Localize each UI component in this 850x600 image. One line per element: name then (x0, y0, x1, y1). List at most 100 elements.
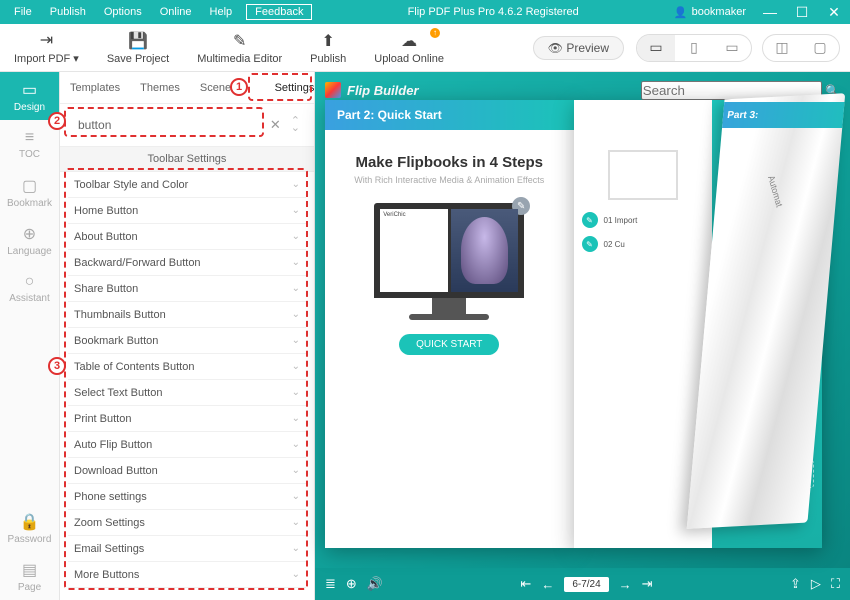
monitor-illustration: ✎ VeriChic (374, 203, 524, 320)
tab-templates[interactable]: Templates (60, 72, 130, 103)
setting-item[interactable]: Email Settings⌄ (68, 536, 306, 562)
setting-item[interactable]: Auto Flip Button⌄ (68, 432, 306, 458)
setting-item-label: Download Button (74, 465, 158, 477)
preview-stage: Flip Builder 🔍 Part 2: Quick Start Make … (315, 72, 850, 568)
setting-item[interactable]: More Buttons⌄ (68, 562, 306, 588)
user-badge[interactable]: 👤 bookmaker (674, 6, 746, 19)
toolbar-settings-header: Toolbar Settings (60, 146, 314, 172)
titlebar: File Publish Options Online Help Feedbac… (0, 0, 850, 24)
assistant-icon: ○ (25, 273, 35, 291)
notification-dot-icon: ↑ (430, 28, 440, 38)
preview-button[interactable]: 👁 Preview (533, 36, 624, 60)
close-button[interactable]: ✕ (818, 4, 850, 21)
main-toolbar: ⇥ Import PDF ▾ 💾 Save Project ✎ Multimed… (0, 24, 850, 72)
step-01: ✎01 Import (582, 212, 705, 228)
menu-file[interactable]: File (6, 6, 40, 18)
multimedia-editor-button[interactable]: ✎ Multimedia Editor (183, 24, 296, 71)
setting-item[interactable]: Home Button ⌄ (68, 198, 306, 224)
clear-search-button[interactable]: ✕ (268, 117, 283, 133)
prev-page-button[interactable]: ← (541, 577, 554, 592)
setting-item[interactable]: Toolbar Style and Color⌄ (68, 172, 306, 198)
quick-start-button[interactable]: QUICK START (399, 334, 499, 355)
expand-collapse-buttons[interactable]: ⌃⌄ (291, 118, 300, 132)
cloud-icon: ☁ (401, 31, 417, 51)
double-page-button[interactable]: ◫ (763, 35, 801, 61)
page-subheading: With Rich Interactive Media & Animation … (325, 175, 574, 185)
main-area: ▭ Design ≡TOC ▢Bookmark ⊕Language ○Assist… (0, 72, 850, 600)
preview-bottom-bar: ≣ ⊕ 🔊 ⇤ ← 6-7/24 → ⇥ ⇪ ▷ ⛶ (315, 568, 850, 600)
rail-page[interactable]: ▤Page (0, 552, 59, 600)
curl-banner: Part 3: (701, 102, 845, 128)
menu-online[interactable]: Online (152, 6, 200, 18)
setting-item[interactable]: Phone settings⌄ (68, 484, 306, 510)
share-button[interactable]: ⇪ (790, 576, 801, 592)
menu-options[interactable]: Options (96, 6, 150, 18)
setting-item[interactable]: Share Button⌄ (68, 276, 306, 302)
page-indicator[interactable]: 6-7/24 (564, 577, 608, 592)
minimize-button[interactable]: — (754, 4, 786, 21)
chevron-down-icon: ⌄ (292, 309, 300, 320)
import-pdf-button[interactable]: ⇥ Import PDF ▾ (0, 24, 93, 71)
upload-online-button[interactable]: ☁ ↑ Upload Online (360, 24, 458, 71)
first-page-button[interactable]: ⇤ (520, 576, 531, 592)
next-page-button[interactable]: → (619, 577, 632, 592)
window-buttons: — ☐ ✕ (754, 4, 850, 21)
lock-icon: 🔒 (20, 512, 40, 532)
chevron-down-icon: ⌄ (292, 569, 300, 580)
last-page-button[interactable]: ⇥ (642, 576, 653, 592)
setting-item-label: Auto Flip Button (74, 439, 152, 451)
setting-item[interactable]: Zoom Settings⌄ (68, 510, 306, 536)
settings-search-input[interactable] (74, 113, 264, 137)
setting-item[interactable]: Table of Contents Button ⌄ (68, 354, 306, 380)
setting-item-label: Table of Contents Button (74, 361, 194, 373)
setting-item[interactable]: About Button⌄ (68, 224, 306, 250)
publish-button[interactable]: ⬆ Publish (296, 24, 360, 71)
device-preview-group: ▭ ▯ ▭ (636, 34, 752, 62)
left-page-banner: Part 2: Quick Start (325, 100, 574, 130)
tablet-illustration (608, 150, 678, 200)
autoplay-button[interactable]: ▷ (811, 576, 821, 592)
feedback-button[interactable]: Feedback (246, 4, 312, 20)
setting-item[interactable]: Thumbnails Button⌄ (68, 302, 306, 328)
design-icon: ▭ (22, 80, 37, 100)
setting-item-label: Email Settings (74, 543, 144, 555)
desktop-view-button[interactable]: ▭ (637, 35, 675, 61)
screen-page-left: VeriChic (380, 209, 448, 292)
fullscreen-button[interactable]: ⛶ (831, 576, 840, 592)
rail-toc[interactable]: ≡TOC (0, 120, 59, 168)
chevron-down-icon: ⌄ (292, 361, 300, 372)
tab-scenes[interactable]: Scenes (190, 72, 247, 103)
chevron-down-icon: ⌄ (292, 517, 300, 528)
setting-item[interactable]: Bookmark Button⌄ (68, 328, 306, 354)
menu-help[interactable]: Help (202, 6, 241, 18)
rail-assistant[interactable]: ○Assistant (0, 264, 59, 312)
rail-password[interactable]: 🔒Password (0, 504, 59, 552)
setting-item[interactable]: Select Text Button⌄ (68, 380, 306, 406)
logo-text: Flip Builder (347, 83, 419, 98)
setting-item[interactable]: Download Button⌄ (68, 458, 306, 484)
page-icon: ▤ (22, 560, 37, 580)
tablet-view-button[interactable]: ▯ (675, 35, 713, 61)
chevron-down-icon: ⌄ (292, 205, 300, 216)
rail-design-label: Design (14, 102, 45, 113)
toc-icon: ≡ (25, 129, 34, 147)
sound-button[interactable]: 🔊 (367, 576, 383, 592)
save-project-button[interactable]: 💾 Save Project (93, 24, 183, 71)
book-preview[interactable]: Part 2: Quick Start Make Flipbooks in 4 … (325, 100, 822, 548)
thumbnails-button[interactable]: ≣ (325, 576, 336, 592)
rail-bookmark[interactable]: ▢Bookmark (0, 168, 59, 216)
editor-label: Multimedia Editor (197, 53, 282, 65)
setting-item-label: Home Button (74, 205, 138, 217)
laptop-view-button[interactable]: ▭ (713, 35, 751, 61)
menu-publish[interactable]: Publish (42, 6, 94, 18)
tab-themes[interactable]: Themes (130, 72, 190, 103)
single-page-button[interactable]: ▢ (801, 35, 839, 61)
maximize-button[interactable]: ☐ (786, 4, 818, 21)
setting-item[interactable]: Backward/Forward Button⌄ (68, 250, 306, 276)
rail-design[interactable]: ▭ Design (0, 72, 59, 120)
zoom-button[interactable]: ⊕ (346, 576, 357, 592)
rail-language[interactable]: ⊕Language (0, 216, 59, 264)
setting-item[interactable]: Print Button⌄ (68, 406, 306, 432)
save-label: Save Project (107, 53, 169, 65)
language-icon: ⊕ (23, 224, 36, 244)
